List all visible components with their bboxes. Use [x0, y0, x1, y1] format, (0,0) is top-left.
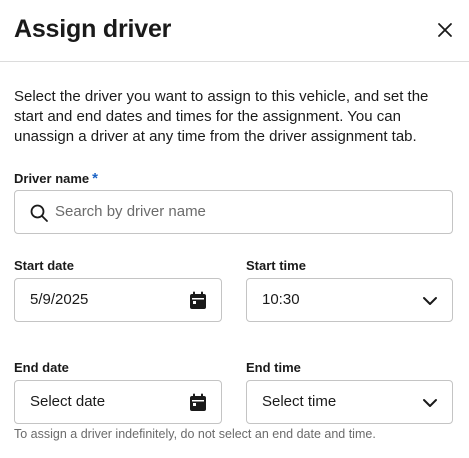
dialog-title: Assign driver — [14, 15, 172, 43]
driver-search-placeholder: Search by driver name — [55, 203, 206, 220]
chevron-down-icon — [423, 297, 437, 305]
end-date-label: End date — [14, 360, 69, 375]
driver-name-label: Driver name * — [14, 170, 98, 187]
start-date-value: 5/9/2025 — [30, 291, 89, 308]
calendar-icon[interactable] — [189, 291, 207, 310]
driver-name-label-text: Driver name — [14, 171, 90, 186]
start-date-input[interactable]: 5/9/2025 — [14, 278, 222, 322]
close-icon — [438, 23, 452, 37]
search-icon — [30, 204, 48, 222]
dialog-header: Assign driver — [0, 0, 469, 62]
driver-search-input[interactable]: Search by driver name — [14, 190, 453, 234]
start-time-label: Start time — [246, 258, 306, 273]
helper-text: To assign a driver indefinitely, do not … — [14, 427, 376, 441]
end-time-placeholder: Select time — [262, 393, 337, 410]
close-button[interactable] — [434, 19, 456, 41]
start-date-label: Start date — [14, 258, 74, 273]
start-time-select[interactable]: 10:30 — [246, 278, 453, 322]
calendar-icon[interactable] — [189, 393, 207, 412]
end-date-input[interactable]: Select date — [14, 380, 222, 424]
dialog-description: Select the driver you want to assign to … — [14, 88, 429, 145]
end-time-label: End time — [246, 360, 301, 375]
required-marker: * — [92, 170, 98, 187]
chevron-down-icon — [423, 399, 437, 407]
end-date-placeholder: Select date — [30, 393, 106, 410]
end-time-select[interactable]: Select time — [246, 380, 453, 424]
start-time-value: 10:30 — [262, 291, 300, 308]
